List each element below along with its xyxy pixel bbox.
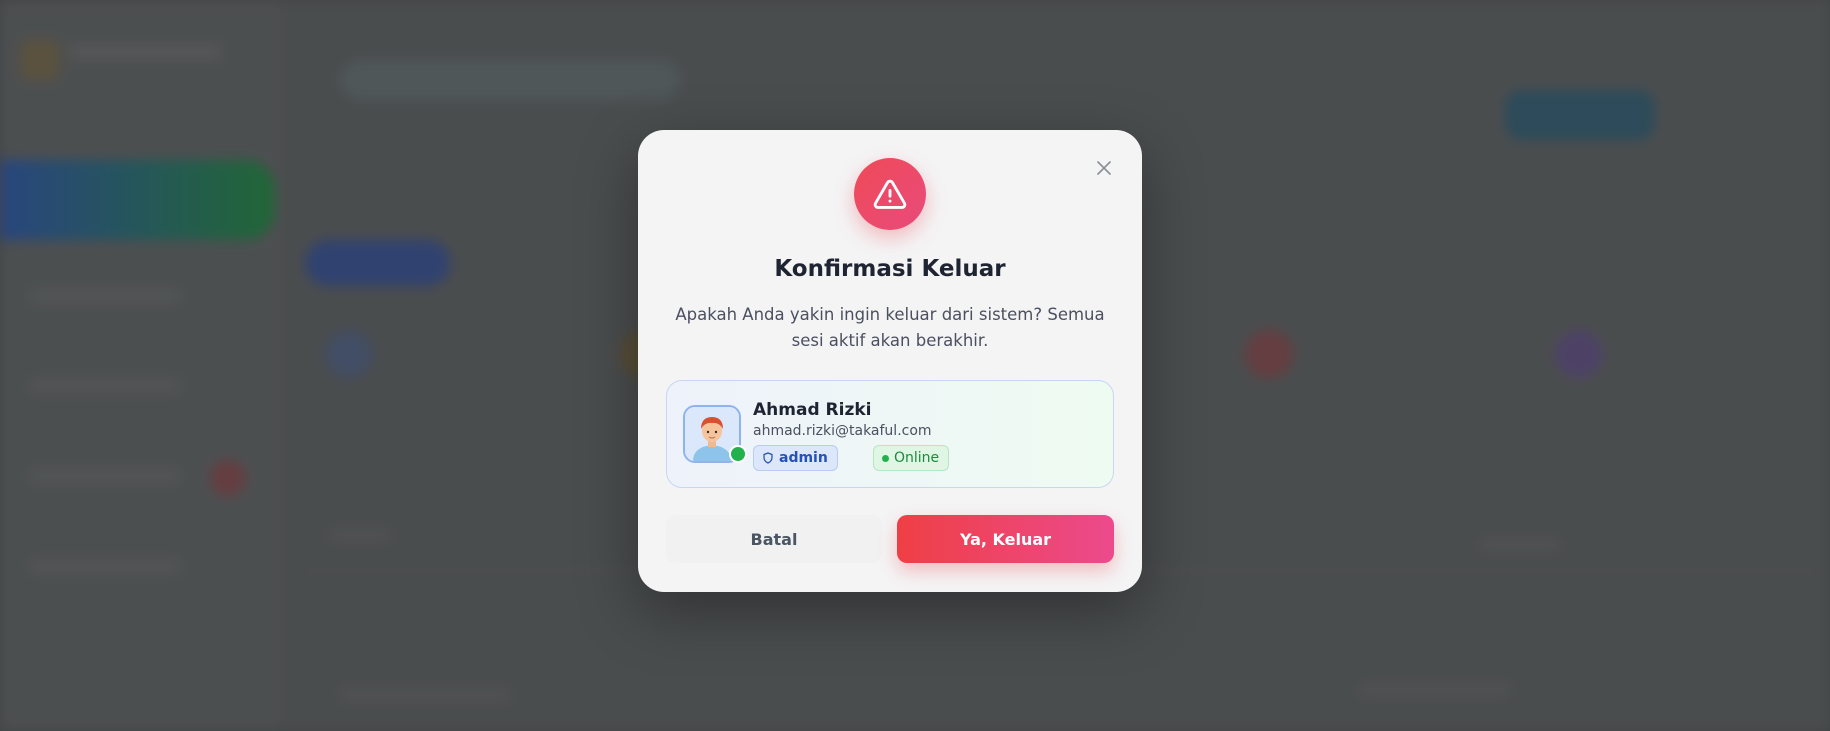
user-email: ahmad.rizki@takaful.com	[753, 423, 932, 439]
close-icon	[1097, 161, 1111, 175]
warning-triangle-icon	[873, 179, 907, 209]
user-card: Ahmad Rizki ahmad.rizki@takaful.com admi…	[666, 380, 1114, 488]
shield-icon	[763, 452, 773, 464]
user-name: Ahmad Rizki	[753, 400, 872, 420]
status-dot-icon	[882, 454, 889, 462]
modal-description: Apakah Anda yakin ingin keluar dari sist…	[675, 305, 1105, 350]
role-badge: admin	[753, 445, 838, 471]
status-badge: Online	[873, 445, 950, 471]
online-indicator	[729, 445, 747, 463]
status-label: Online	[894, 450, 940, 466]
close-button[interactable]	[1092, 156, 1116, 180]
modal-title: Konfirmasi Keluar	[774, 256, 1006, 282]
cancel-button[interactable]: Batal	[666, 515, 882, 563]
role-label: admin	[779, 450, 828, 466]
logout-confirmation-modal: Konfirmasi Keluar Apakah Anda yakin ingi…	[638, 130, 1142, 592]
warning-badge	[854, 158, 926, 230]
confirm-logout-button[interactable]: Ya, Keluar	[897, 515, 1114, 563]
